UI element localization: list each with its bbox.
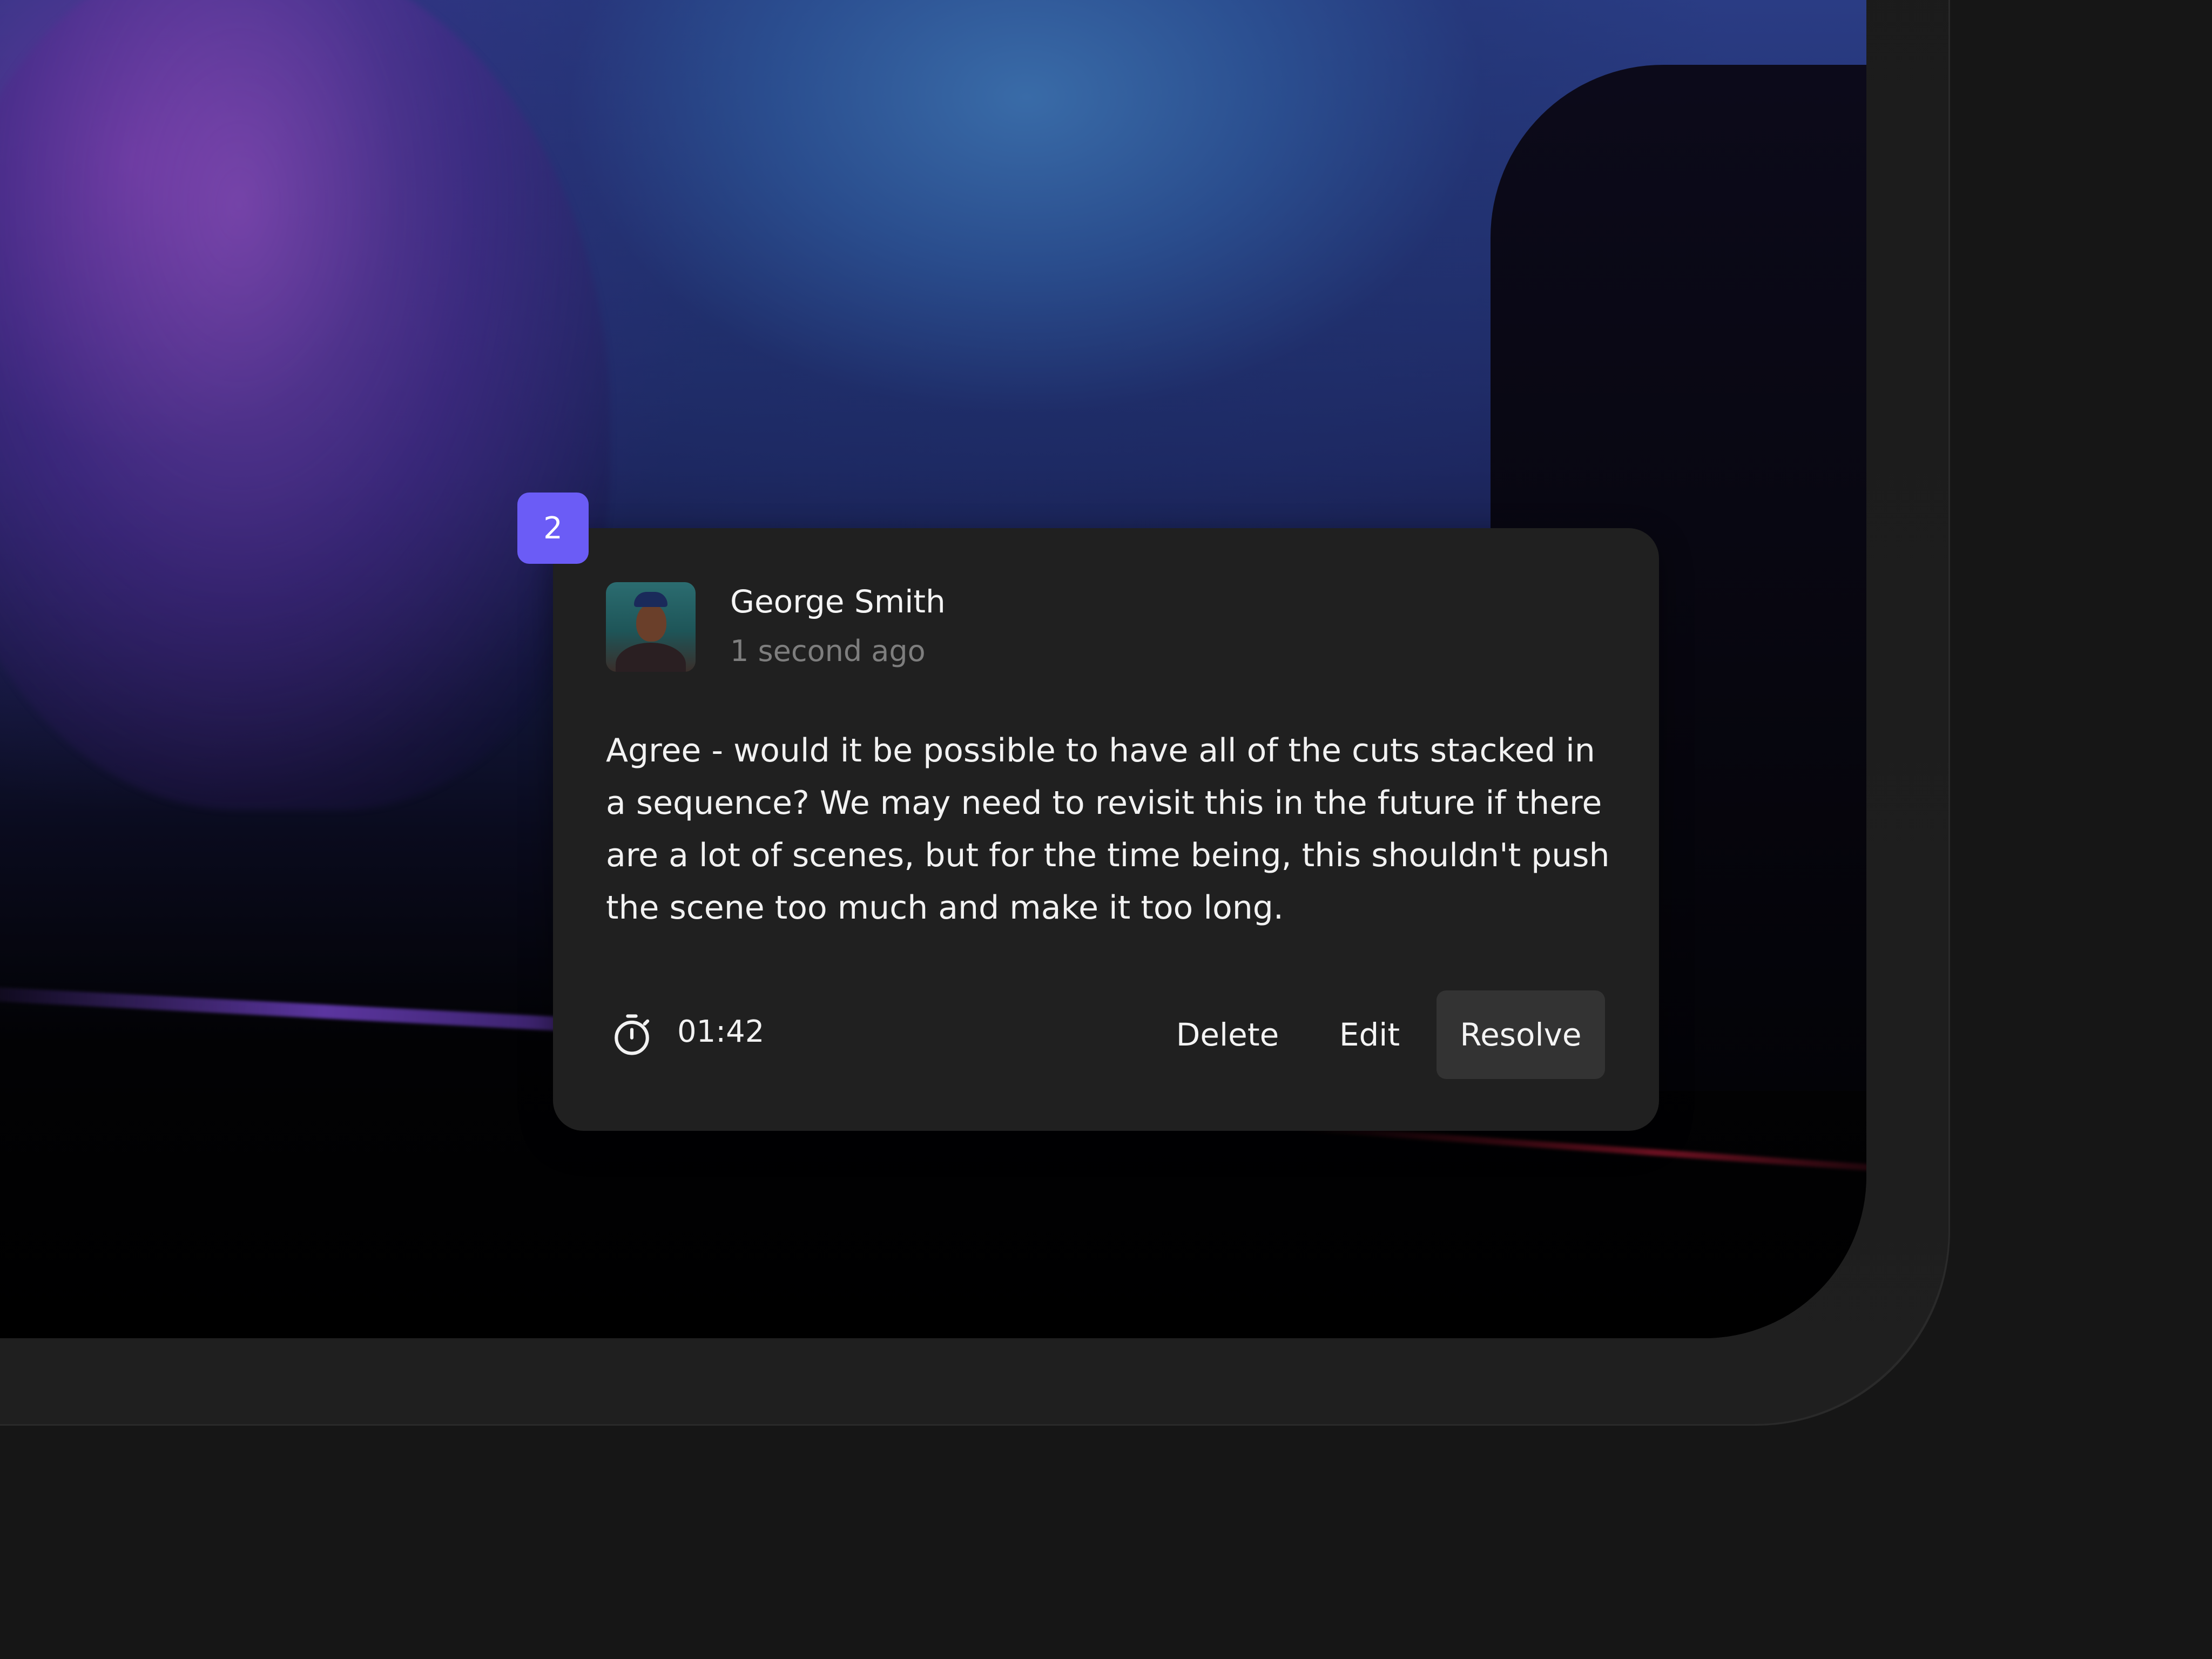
avatar-face bbox=[636, 604, 666, 642]
comment-marker-badge[interactable]: 2 bbox=[517, 493, 589, 564]
comment-author-name: George Smith bbox=[730, 583, 946, 620]
resolve-button[interactable]: Resolve bbox=[1437, 990, 1605, 1079]
avatar-body bbox=[616, 643, 686, 672]
comment-card: George Smith 1 second ago Agree - would … bbox=[553, 528, 1659, 1131]
comment-timestamp: 1 second ago bbox=[730, 634, 926, 668]
stopwatch-icon bbox=[615, 1014, 650, 1055]
comment-timecode[interactable]: 01:42 bbox=[677, 1014, 764, 1049]
video-subject bbox=[0, 0, 610, 810]
avatar-cap bbox=[634, 592, 667, 607]
delete-button[interactable]: Delete bbox=[1150, 990, 1305, 1079]
app-stage: 2 George Smith 1 second ago Agree - woul… bbox=[0, 0, 2212, 1659]
user-avatar bbox=[606, 582, 696, 672]
comment-body-text: Agree - would it be possible to have all… bbox=[606, 732, 1610, 927]
edit-button[interactable]: Edit bbox=[1316, 990, 1424, 1079]
